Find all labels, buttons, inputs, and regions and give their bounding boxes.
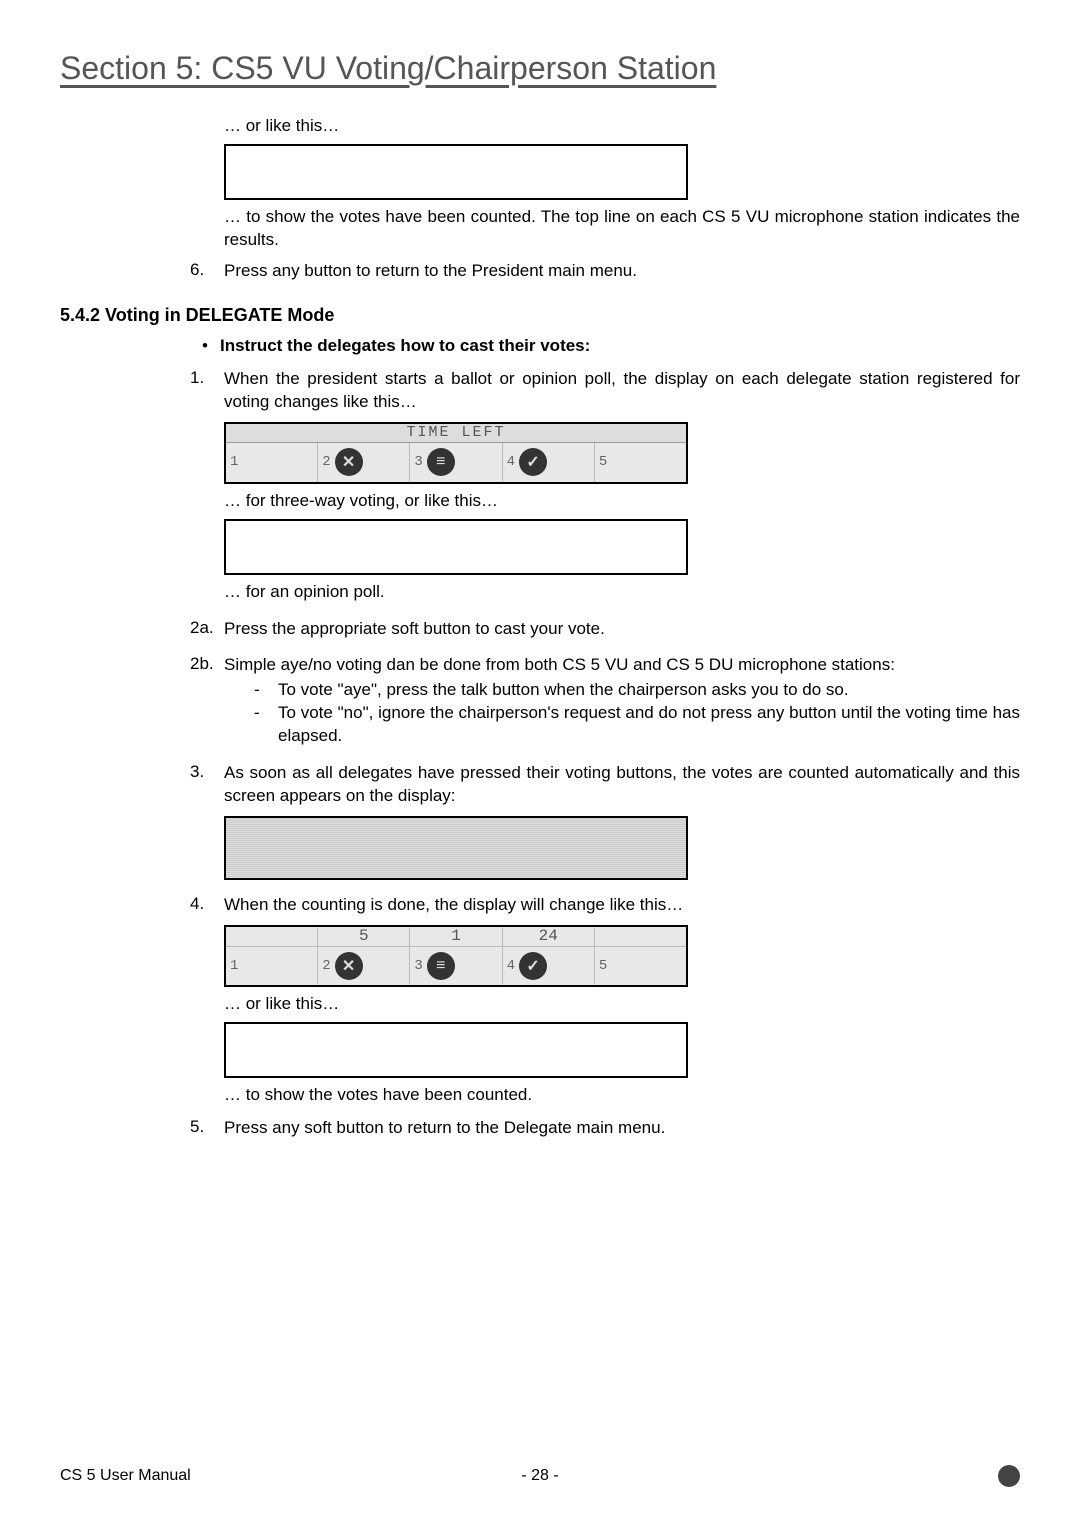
text-three-way: … for three-way voting, or like this… (224, 490, 1020, 513)
lcd-placeholder-3 (224, 1022, 688, 1078)
list-number-2a: 2a. (190, 618, 224, 641)
list-number-4: 4. (190, 894, 224, 917)
bullet-dot: • (190, 336, 220, 356)
lcd-cell-5: 5 (595, 443, 686, 482)
lcd-placeholder-1 (224, 144, 688, 200)
lcd-cell-3: 3≡ (410, 443, 502, 482)
lcd-counting (224, 816, 688, 880)
text-or-like-this-2: … or like this… (224, 993, 1020, 1016)
text-votes-counted-2: … to show the votes have been counted. (224, 1084, 1020, 1107)
lcd-cell-4: 4✓ (503, 443, 595, 482)
lcd-cell-1: 1 (226, 443, 318, 482)
bullet-instruct: Instruct the delegates how to cast their… (220, 336, 590, 356)
list-number-5: 5. (190, 1117, 224, 1140)
heading-5-4-2: 5.4.2 Voting in DELEGATE Mode (60, 305, 1020, 326)
footer-page-number: - 28 - (521, 1467, 558, 1485)
list-number-1: 1. (190, 368, 224, 414)
list-number-3: 3. (190, 762, 224, 808)
lcd-time-left: TIME LEFT 1 2✕ 3≡ 4✓ 5 (224, 422, 688, 484)
cross-icon: ✕ (335, 952, 363, 980)
text-opinion-poll: … for an opinion poll. (224, 581, 1020, 604)
lcd-placeholder-2 (224, 519, 688, 575)
result-top-5 (595, 927, 686, 947)
check-icon: ✓ (519, 448, 547, 476)
result-cell-2: 2✕ (318, 947, 410, 985)
dash-no: To vote "no", ignore the chairperson's r… (278, 702, 1020, 748)
check-icon: ✓ (519, 952, 547, 980)
result-cell-5: 5 (595, 947, 686, 985)
result-cell-4: 4✓ (503, 947, 595, 985)
list-text-1: When the president starts a ballot or op… (224, 368, 1020, 414)
list-text-6: Press any button to return to the Presid… (224, 260, 1020, 283)
list-text-2b: Simple aye/no voting dan be done from bo… (224, 654, 1020, 748)
dash-aye: To vote "aye", press the talk button whe… (278, 679, 849, 702)
list-text-2a: Press the appropriate soft button to cas… (224, 618, 1020, 641)
neutral-icon: ≡ (427, 448, 455, 476)
footer-logo-icon (998, 1465, 1020, 1487)
lcd-results: 5 1 24 1 2✕ 3≡ 4✓ 5 (224, 925, 688, 987)
footer-left: CS 5 User Manual (60, 1467, 191, 1485)
list-number-6: 6. (190, 260, 224, 283)
neutral-icon: ≡ (427, 952, 455, 980)
result-cell-1: 1 (226, 947, 318, 985)
list-text-3: As soon as all delegates have pressed th… (224, 762, 1020, 808)
result-top-4: 24 (503, 927, 595, 947)
result-cell-3: 3≡ (410, 947, 502, 985)
dash: - (254, 679, 278, 702)
text-votes-counted-1: … to show the votes have been counted. T… (224, 206, 1020, 252)
list-number-2b: 2b. (190, 654, 224, 748)
result-top-2: 5 (318, 927, 410, 947)
result-top-1 (226, 927, 318, 947)
cross-icon: ✕ (335, 448, 363, 476)
dash: - (254, 702, 278, 748)
result-top-3: 1 (410, 927, 502, 947)
text-or-like-this-1: … or like this… (224, 115, 1020, 138)
section-title: Section 5: CS5 VU Voting/Chairperson Sta… (60, 50, 1020, 87)
lcd-top-label: TIME LEFT (226, 424, 686, 443)
list-text-5: Press any soft button to return to the D… (224, 1117, 1020, 1140)
list-text-2b-main: Simple aye/no voting dan be done from bo… (224, 655, 895, 674)
lcd-cell-2: 2✕ (318, 443, 410, 482)
list-text-4: When the counting is done, the display w… (224, 894, 1020, 917)
